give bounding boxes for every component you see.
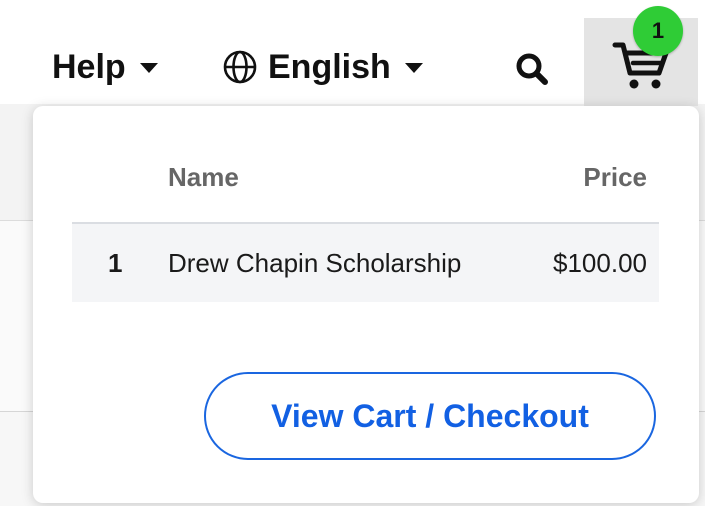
language-menu-label: English	[268, 47, 391, 86]
cart-table-header: Name Price	[72, 152, 659, 224]
column-header-price: Price	[528, 152, 659, 224]
cart-item-number: 1	[72, 223, 168, 302]
help-menu[interactable]: Help	[52, 44, 158, 90]
search-button[interactable]	[511, 49, 553, 89]
column-header-name: Name	[168, 152, 529, 224]
column-header-number	[72, 152, 168, 224]
cart-item-row[interactable]: 1 Drew Chapin Scholarship $100.00	[72, 223, 659, 302]
caret-down-icon	[139, 63, 158, 73]
cart-dropdown: Name Price 1 Drew Chapin Scholarship $10…	[33, 106, 699, 503]
view-cart-checkout-button[interactable]: View Cart / Checkout	[204, 372, 656, 460]
search-icon	[516, 53, 548, 85]
cart-items-table: Name Price 1 Drew Chapin Scholarship $10…	[72, 152, 659, 302]
help-menu-label: Help	[52, 47, 126, 86]
cart-item-name: Drew Chapin Scholarship	[168, 223, 529, 302]
globe-icon	[222, 49, 258, 85]
cart-count-badge: 1	[633, 6, 683, 56]
cart-item-price: $100.00	[528, 223, 659, 302]
caret-down-icon	[404, 63, 423, 73]
language-menu[interactable]: English	[222, 44, 423, 90]
